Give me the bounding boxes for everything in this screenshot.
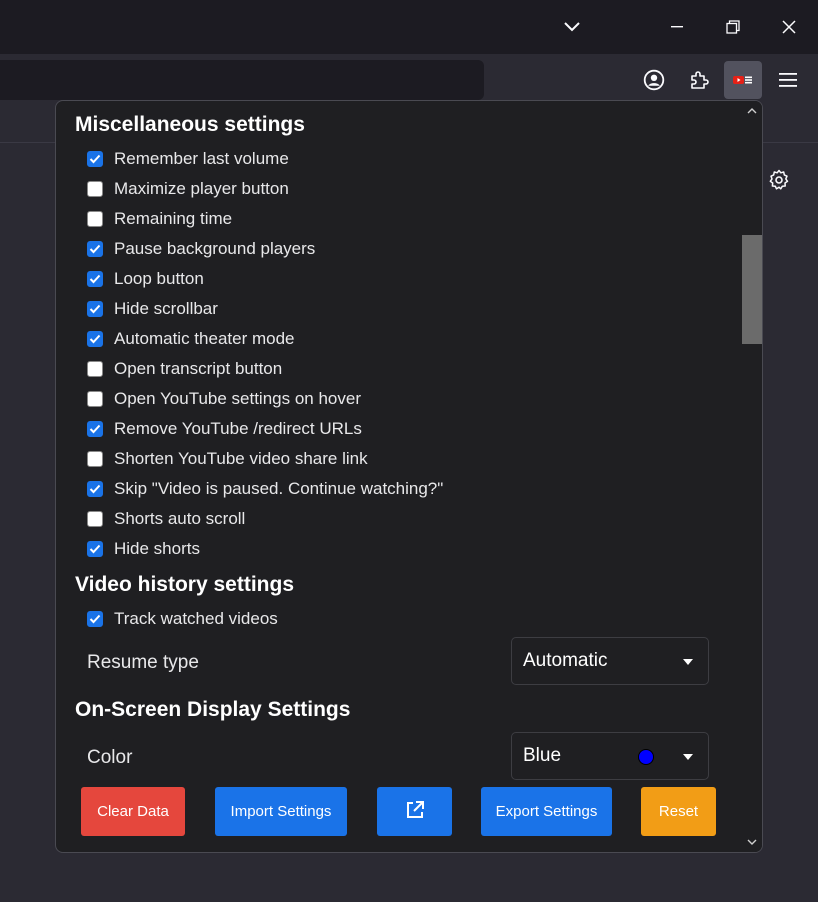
checkbox[interactable]: [87, 241, 103, 257]
checkbox-row[interactable]: Open YouTube settings on hover: [87, 387, 361, 411]
checkbox-row[interactable]: Remove YouTube /redirect URLs: [87, 417, 362, 441]
checkbox-row[interactable]: Pause background players: [87, 237, 315, 261]
extensions-icon[interactable]: [681, 62, 717, 98]
checkbox[interactable]: [87, 611, 103, 627]
scroll-up-icon[interactable]: [742, 101, 762, 121]
checkbox-label: Loop button: [114, 269, 204, 288]
checkbox-label: Hide scrollbar: [114, 299, 218, 318]
checkbox[interactable]: [87, 391, 103, 407]
resume-type-label: Resume type: [87, 652, 199, 673]
clear-data-button[interactable]: Clear Data: [81, 787, 185, 836]
resume-type-value: Automatic: [523, 650, 608, 671]
account-icon[interactable]: [636, 62, 672, 98]
checkbox-row[interactable]: Open transcript button: [87, 357, 282, 381]
browser-titlebar: [0, 0, 818, 54]
restore-icon[interactable]: [718, 12, 748, 42]
export-settings-button[interactable]: Export Settings: [481, 787, 612, 836]
checkbox[interactable]: [87, 331, 103, 347]
youtube-extension-icon[interactable]: [724, 61, 762, 99]
checkbox-row[interactable]: Loop button: [87, 267, 204, 291]
reset-button[interactable]: Reset: [641, 787, 716, 836]
checkbox[interactable]: [87, 181, 103, 197]
settings-scroll-area[interactable]: Miscellaneous settings Remember last vol…: [56, 101, 742, 852]
checkbox-label: Remove YouTube /redirect URLs: [114, 419, 362, 438]
minimize-icon[interactable]: [662, 12, 692, 42]
checkbox[interactable]: [87, 301, 103, 317]
checkbox[interactable]: [87, 271, 103, 287]
checkbox-label: Shorts auto scroll: [114, 509, 246, 528]
checkbox-label: Hide shorts: [114, 539, 200, 558]
checkbox-row[interactable]: Shorts auto scroll: [87, 507, 245, 531]
scroll-down-icon[interactable]: [742, 832, 762, 852]
checkbox-row[interactable]: Shorten YouTube video share link: [87, 447, 368, 471]
checkbox-label: Automatic theater mode: [114, 329, 295, 348]
external-link-icon: [405, 800, 425, 824]
checkbox[interactable]: [87, 361, 103, 377]
resume-type-select[interactable]: Automatic: [511, 637, 709, 685]
scroll-thumb[interactable]: [742, 235, 762, 344]
osd-color-select[interactable]: Blue: [511, 732, 709, 780]
address-bar[interactable]: [0, 60, 484, 100]
checkbox-label: Open YouTube settings on hover: [114, 389, 361, 408]
checkbox-label: Maximize player button: [114, 179, 289, 198]
close-icon[interactable]: [774, 12, 804, 42]
checkbox[interactable]: [87, 151, 103, 167]
checkbox-row[interactable]: Automatic theater mode: [87, 327, 294, 351]
dropdown-caret-icon: [683, 754, 693, 760]
open-in-tab-button[interactable]: [377, 787, 452, 836]
gear-icon[interactable]: [766, 167, 792, 193]
checkbox[interactable]: [87, 481, 103, 497]
checkbox-row[interactable]: Remember last volume: [87, 147, 289, 171]
checkbox-label: Shorten YouTube video share link: [114, 449, 368, 468]
osd-section-title: On-Screen Display Settings: [75, 698, 351, 721]
checkbox-row[interactable]: Hide shorts: [87, 537, 200, 561]
checkbox-label: Open transcript button: [114, 359, 283, 378]
import-settings-button[interactable]: Import Settings: [215, 787, 347, 836]
menu-icon[interactable]: [770, 62, 806, 98]
extension-popup: Miscellaneous settings Remember last vol…: [55, 100, 763, 853]
checkbox-row[interactable]: Maximize player button: [87, 177, 289, 201]
chevron-down-icon[interactable]: [557, 12, 587, 42]
checkbox-label: Remaining time: [114, 209, 233, 228]
checkbox-row[interactable]: Hide scrollbar: [87, 297, 218, 321]
misc-section-title: Miscellaneous settings: [75, 113, 305, 136]
checkbox-label: Pause background players: [114, 239, 316, 258]
checkbox-row[interactable]: Skip "Video is paused. Continue watching…: [87, 477, 443, 501]
osd-color-value: Blue: [523, 745, 562, 766]
checkbox[interactable]: [87, 211, 103, 227]
dropdown-caret-icon: [683, 659, 693, 665]
osd-color-label: Color: [87, 747, 133, 768]
checkbox-row[interactable]: Remaining time: [87, 207, 232, 231]
checkbox-label: Track watched videos: [114, 609, 278, 628]
checkbox[interactable]: [87, 511, 103, 527]
checkbox-row-track-watched[interactable]: Track watched videos: [87, 607, 278, 631]
checkbox[interactable]: [87, 451, 103, 467]
checkbox-label: Skip "Video is paused. Continue watching…: [114, 479, 444, 498]
checkbox[interactable]: [87, 421, 103, 437]
color-swatch-icon: [638, 749, 654, 765]
checkbox[interactable]: [87, 541, 103, 557]
history-section-title: Video history settings: [75, 573, 294, 596]
popup-scrollbar[interactable]: [742, 101, 762, 852]
checkbox-label: Remember last volume: [114, 149, 289, 168]
